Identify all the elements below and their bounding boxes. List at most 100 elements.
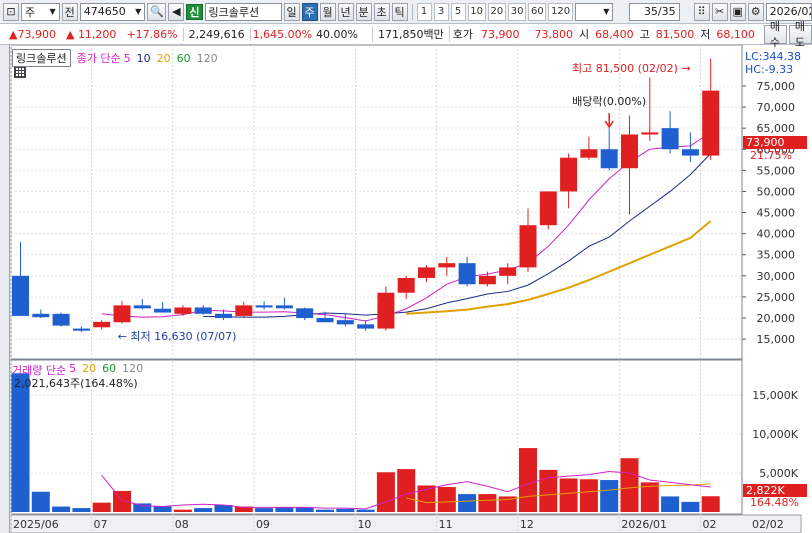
stock-name-field[interactable]: 링크솔루션 [204,2,282,21]
price-pct-tag: 21.75% [750,149,792,162]
chevron-down-icon: ▼ [49,7,56,16]
high-label: 고 [639,28,650,41]
candle-body [418,267,435,278]
candle-body [377,292,395,329]
low-annotation: ← 최저 16,630 (07/07) [118,330,237,343]
candle-body [621,134,638,169]
price-tick-label: 30,000 [757,270,796,283]
interval-day-tab[interactable]: 일 [283,2,300,21]
speaker-icon[interactable]: ◀ [168,2,185,21]
period-button-10[interactable]: 10 [467,2,486,21]
period-mode-button[interactable]: 전 [61,2,78,21]
period-button-20[interactable]: 20 [487,2,506,21]
volume-bar [255,508,274,512]
high-value: 81,500 [655,27,695,41]
volume-bar [173,509,192,512]
interval-week-tab[interactable]: 주 [301,2,318,21]
price-tick-label: 45,000 [757,207,796,220]
buy-button[interactable]: 매수 [763,20,787,49]
price-tick-label: 40,000 [757,228,796,241]
price-tick-label: 55,000 [757,164,796,177]
chevron-down-icon: ▼ [135,7,142,16]
candle-body [72,328,90,331]
price-tick-label: 50,000 [757,185,796,198]
volume-bar [113,490,131,512]
lc-hc-readout: LC:344.38 HC:-9.33 [745,50,801,76]
period-button-120[interactable]: 120 [548,2,573,21]
period-button-1[interactable]: 1 [416,2,432,21]
annotations: 최고 81,500 (02/02) → ← 최저 16,630 (07/07) 배당… [118,62,691,343]
chart-area[interactable]: 15,000 20,000 25,000 30,000 35,000 40,000 45,0… [0,45,812,533]
table-icon[interactable] [14,67,26,78]
market-select[interactable]: 주 ▼ [21,2,60,21]
candle-body [255,305,273,308]
candle-body [296,308,314,319]
volume-tick-label: 10,000K [752,428,798,441]
price-tick-label: 25,000 [757,291,796,304]
price-panel-legend: 링크솔루션 종가 단순 5 10 20 60 120 [12,49,218,67]
volume-bar [275,507,294,512]
x-tick-label: 11 [439,518,453,531]
volume-bar [376,472,395,512]
volume-bar [397,469,416,512]
open-label: 시 [578,28,590,41]
x-tick-label: 08 [175,518,189,531]
candle-body [681,149,699,156]
volume-bar [316,509,334,512]
x-tick-label: 2026/01 [621,518,667,531]
ma-title: 종가 단순 [76,52,121,65]
volume-bar [681,501,700,512]
quote-bar: ▲73,900 ▲ 11,200 +17.86% 2,249,616 1,645… [0,20,812,49]
count-field[interactable]: 35/35 [629,2,680,21]
x-tick-label: 02 [703,518,717,531]
save-icon[interactable]: ▣ [729,2,746,21]
dividend-arrow-icon [604,113,614,129]
interval-tick-tab[interactable]: 틱 [391,2,408,21]
period-button-60[interactable]: 60 [528,2,547,21]
volume-bar [661,496,680,512]
volume-max-label: 2,021,643주(164.48%) [14,377,138,390]
search-icon[interactable]: 🔍 [147,2,167,21]
ma-10-line [203,153,712,318]
volume-bar [600,480,619,512]
interval-minute-tab[interactable]: 분 [355,2,372,21]
volume-bar [153,506,172,512]
period-button-3[interactable]: 3 [433,2,449,21]
candle-body [194,307,212,314]
volume-value: 2,249,616 [182,27,251,41]
volume-bar [336,508,355,512]
custom-period-input[interactable]: ▼ [574,2,614,21]
toolbar: ⊡ 주 ▼ 전 474650 ▼ 🔍 ◀ 신 링크솔루션 일 주 월 년 분 초 틱… [0,0,812,24]
candle-body [397,277,415,293]
volume-bar [52,506,71,512]
period-button-5[interactable]: 5 [450,2,466,21]
candle-body [12,275,29,316]
interval-year-tab[interactable]: 년 [337,2,354,21]
window-layout-icon[interactable]: ⊡ [3,2,19,21]
ma-20-label: 20 [156,51,171,65]
volume-tick-label: 5,000K [759,467,798,480]
crosshair-icon[interactable]: ✂ [711,2,728,21]
low-label: 저 [700,28,711,41]
candle-body [93,321,111,328]
interval-second-tab[interactable]: 초 [373,2,390,21]
grid-icon[interactable]: ⠿ [693,2,710,21]
volume-bar [356,509,375,512]
price-tick-label: 15,000 [757,333,796,346]
volume-bar [478,494,497,512]
sell-button[interactable]: 매도 [788,20,812,49]
settings-icon[interactable]: ⚙ [747,2,764,21]
trade-amount: 171,850백만 [371,26,450,42]
volume-bar [92,502,111,512]
period-button-30[interactable]: 30 [507,2,527,21]
code-input[interactable]: 474650 ▼ [79,2,146,21]
lc-label: LC:344.38 [745,50,802,63]
hc-label: HC:-9.33 [745,63,794,76]
interval-month-tab[interactable]: 월 [319,2,336,21]
volume-pct: 1,645.00% [252,27,313,41]
market-value: 주 [25,5,36,19]
price-change-pct: +17.86% [126,27,178,41]
ma-5-label: 5 [123,51,131,65]
volume-bar [620,458,639,512]
candle-body [499,267,517,276]
